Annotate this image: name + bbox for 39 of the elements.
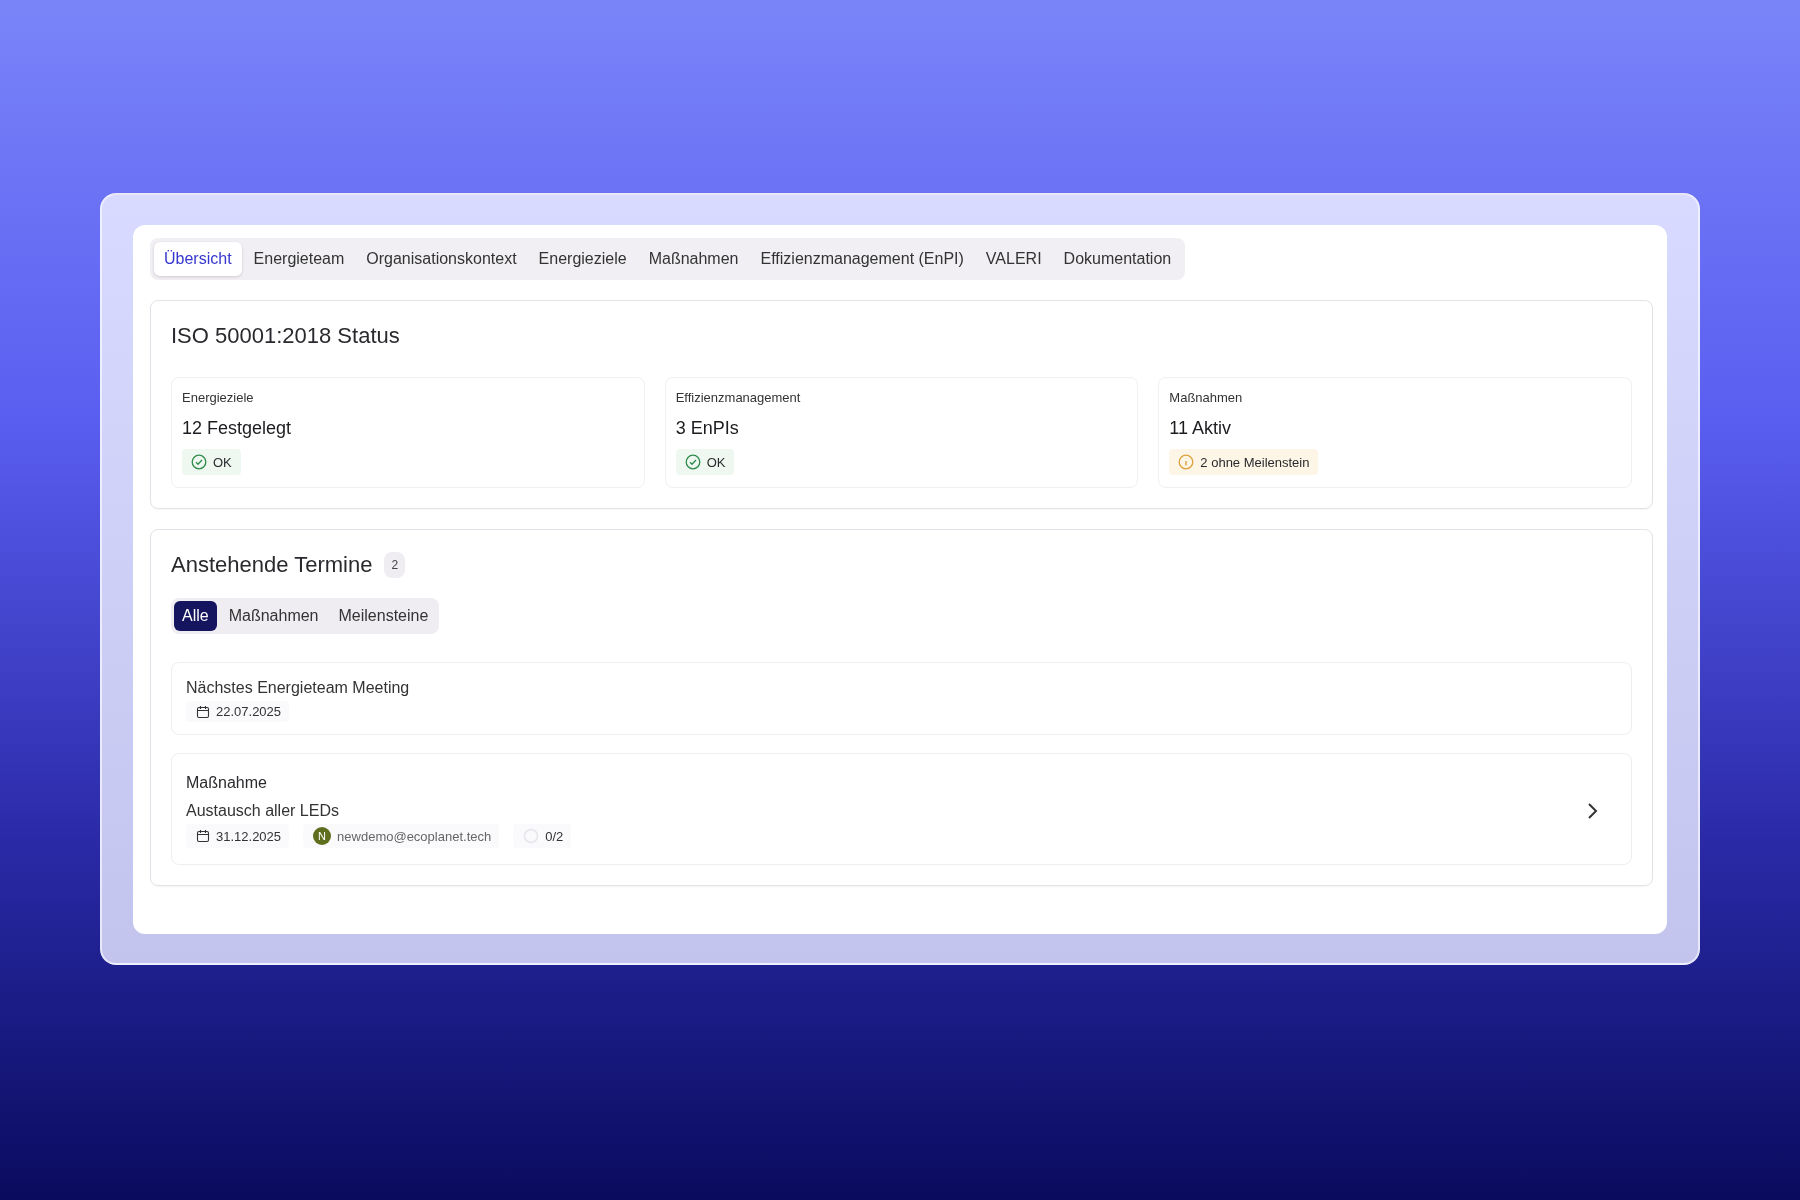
progress-text: 0/2 [545, 828, 564, 844]
tab[interactable]: Organisationskontext [356, 242, 527, 276]
chevron-right-icon [1587, 802, 1599, 820]
date-text: 22.07.2025 [216, 704, 282, 719]
check-circle-icon [684, 454, 701, 470]
badge-text: OK [213, 454, 232, 470]
tile-value: 12 Festgelegt [182, 418, 293, 439]
badge-text: OK [706, 454, 726, 470]
tile-label: Effizienzmanagement [675, 390, 802, 405]
calendar-icon [196, 704, 210, 719]
tab[interactable]: Übersicht [154, 242, 242, 276]
filter-tab[interactable]: Meilensteine [330, 601, 437, 631]
check-circle-icon [191, 454, 207, 470]
item-title: Nächstes Energieteam Meeting [186, 679, 411, 697]
tile-label: Energieziele [182, 390, 255, 405]
item-title: Austausch aller LEDs [186, 802, 340, 820]
count-badge: 2 [384, 552, 406, 578]
appointment-item[interactable]: Nächstes Energieteam Meeting 22.07.2025 [171, 662, 1632, 735]
tab[interactable]: Dokumentation [1053, 242, 1182, 276]
avatar: N [313, 827, 332, 845]
calendar-icon [196, 829, 210, 843]
badge-text: 2 ohne Meilenstein [1200, 454, 1310, 470]
tile-value: 11 Aktiv [1169, 418, 1233, 439]
date-text: 31.12.2025 [216, 828, 282, 844]
section-title: Anstehende Termine [171, 552, 373, 578]
section-title: ISO 50001:2018 Status [171, 323, 401, 349]
tab[interactable]: VALERI [975, 242, 1052, 276]
appointment-item[interactable]: Maßnahme Austausch aller LEDs 31.12.2025 N newdemo@ecoplanet.tech 0/2 [171, 753, 1632, 865]
filter-tab[interactable]: Maßnahmen [220, 601, 327, 631]
tile-label: Maßnahmen [1169, 390, 1244, 405]
item-type: Maßnahme [186, 774, 268, 792]
tile-value: 3 EnPIs [675, 418, 740, 439]
tab[interactable]: Energieziele [528, 242, 637, 276]
tab[interactable]: Effizienzmanagement (EnPI) [750, 242, 974, 276]
owner-email: newdemo@ecoplanet.tech [337, 828, 492, 844]
tab[interactable]: Energieteam [243, 242, 355, 276]
filter-tab[interactable]: Alle [174, 601, 217, 631]
tab[interactable]: Maßnahmen [638, 242, 749, 276]
info-icon [1178, 454, 1195, 470]
